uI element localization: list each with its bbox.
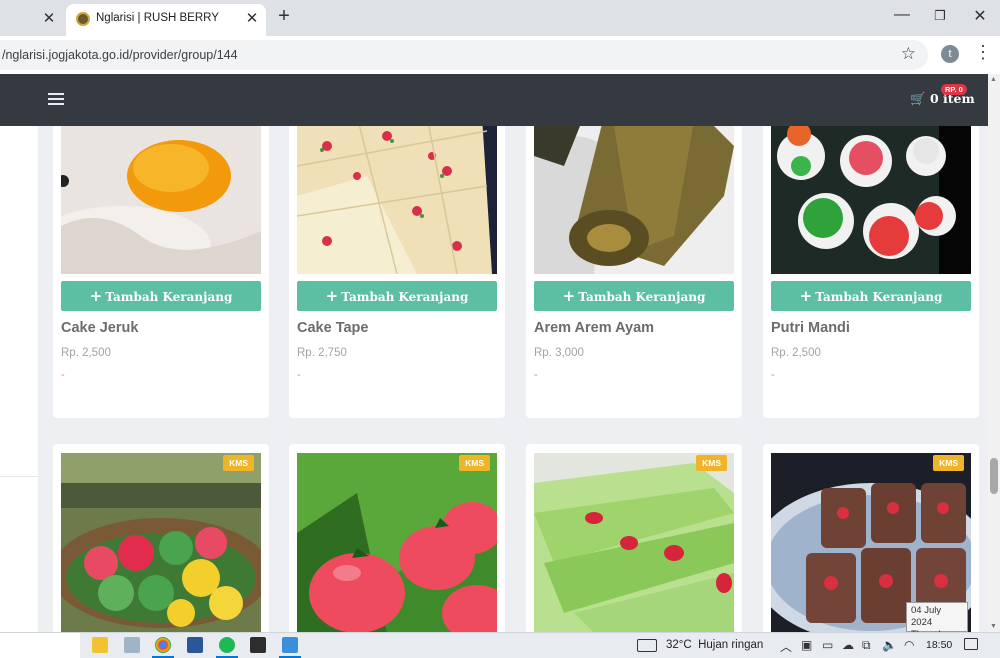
product-price: Rp. 2,500: [61, 347, 111, 359]
volume-icon[interactable]: 🔈: [882, 638, 897, 652]
page-scrollbar[interactable]: ▲ ▼: [988, 74, 1000, 632]
product-image[interactable]: [297, 126, 497, 274]
bookmark-star-icon[interactable]: ☆: [901, 44, 916, 64]
product-note: -: [771, 369, 775, 381]
kms-badge: KMS: [933, 455, 964, 471]
product-note: -: [61, 369, 65, 381]
product-image[interactable]: [534, 126, 734, 274]
tray-chevron-up-icon[interactable]: ︿: [780, 638, 792, 655]
product-price: Rp. 3,000: [534, 347, 584, 359]
close-window-icon[interactable]: ✕: [968, 6, 992, 26]
product-name[interactable]: Putri Mandi: [771, 320, 850, 336]
product-image[interactable]: [61, 126, 261, 274]
file-explorer-icon[interactable]: [92, 637, 108, 653]
address-bar[interactable]: /nglarisi.jogjakota.go.id/provider/group…: [0, 40, 928, 70]
product-grid-area: + Tambah Keranjang Cake Jeruk Rp. 2,500 -…: [0, 126, 988, 632]
chrome-icon[interactable]: [152, 637, 174, 658]
browser-toolbar: /nglarisi.jogjakota.go.id/provider/group…: [0, 36, 1000, 74]
product-image[interactable]: [771, 126, 971, 274]
photos-icon[interactable]: [279, 637, 301, 658]
menu-kebab-icon[interactable]: ⋮: [974, 42, 992, 63]
spotify-icon[interactable]: [216, 637, 238, 658]
site-favicon-icon: [76, 12, 90, 26]
scroll-up-arrow-icon[interactable]: ▲: [990, 76, 997, 83]
cloud-icon[interactable]: ☁: [842, 638, 854, 652]
add-to-cart-button[interactable]: + Tambah Keranjang: [534, 281, 734, 311]
restore-icon[interactable]: ❐: [928, 8, 952, 24]
add-to-cart-button[interactable]: + Tambah Keranjang: [771, 281, 971, 311]
windows-taskbar: 32°C Hujan ringan ︿ ▣ ▭ ☁ ⧉ 🔈 ◠ 18:50: [0, 632, 1000, 658]
tab-title: Nglarisi | RUSH BERRY: [96, 12, 219, 24]
scrollbar-thumb[interactable]: [990, 458, 998, 494]
word-icon[interactable]: [187, 637, 203, 653]
product-price: Rp. 2,750: [297, 347, 347, 359]
taskbar-clock[interactable]: 18:50: [926, 639, 952, 651]
close-tab-icon[interactable]: ✕: [40, 9, 58, 27]
terminal-icon[interactable]: [250, 637, 266, 653]
cart-total-badge: RP. 0: [941, 84, 967, 95]
product-name[interactable]: Cake Tape: [297, 320, 368, 336]
weather-icon[interactable]: [637, 639, 657, 652]
hamburger-menu-icon[interactable]: [48, 93, 64, 105]
notification-center-icon[interactable]: [964, 638, 978, 650]
product-card: KMS: [53, 444, 269, 632]
taskbar-search[interactable]: [0, 633, 80, 658]
product-card: + Tambah Keranjang Cake Jeruk Rp. 2,500 -: [53, 126, 269, 418]
kms-badge: KMS: [459, 455, 490, 471]
tab-previous[interactable]: ✕: [0, 0, 66, 36]
add-to-cart-button[interactable]: + Tambah Keranjang: [297, 281, 497, 311]
browser-tab-strip: ✕ Nglarisi | RUSH BERRY ✕ + — ❐ ✕: [0, 0, 1000, 36]
url-text: /nglarisi.jogjakota.go.id/provider/group…: [2, 48, 238, 62]
scroll-down-arrow-icon[interactable]: ▼: [990, 623, 997, 630]
new-tab-button[interactable]: +: [274, 5, 294, 28]
product-image[interactable]: [61, 453, 261, 632]
product-card: KMS: [289, 444, 505, 632]
sidebar-panel: [0, 126, 38, 632]
kms-badge: KMS: [223, 455, 254, 471]
notepad-icon[interactable]: [124, 637, 140, 653]
product-name[interactable]: Cake Jeruk: [61, 320, 138, 336]
product-card: KMS: [526, 444, 742, 632]
product-image[interactable]: [297, 453, 497, 632]
weather-widget[interactable]: 32°C Hujan ringan: [666, 639, 763, 651]
cart-icon: 🛒: [910, 91, 926, 106]
wifi-icon[interactable]: ◠: [904, 638, 914, 652]
tray-app-icon[interactable]: ▣: [801, 638, 812, 652]
network-icon[interactable]: ⧉: [862, 638, 871, 653]
product-image[interactable]: [534, 453, 734, 632]
site-navbar: 🛒 0 item: [0, 74, 988, 126]
minimize-icon[interactable]: —: [890, 6, 914, 24]
close-tab-icon[interactable]: ✕: [243, 9, 261, 27]
tooltip-date: 04 July 2024: [911, 605, 942, 628]
product-price: Rp. 2,500: [771, 347, 821, 359]
profile-avatar[interactable]: t: [941, 45, 959, 63]
tab-active[interactable]: Nglarisi | RUSH BERRY ✕: [66, 4, 266, 36]
battery-icon[interactable]: ▭: [822, 638, 833, 652]
date-tooltip: 04 July 2024 Thursday: [906, 602, 968, 640]
product-card: + Tambah Keranjang Cake Tape Rp. 2,750 -: [289, 126, 505, 418]
kms-badge: KMS: [696, 455, 727, 471]
product-card: + Tambah Keranjang Arem Arem Ayam Rp. 3,0…: [526, 126, 742, 418]
product-name[interactable]: Arem Arem Ayam: [534, 320, 654, 336]
add-to-cart-button[interactable]: + Tambah Keranjang: [61, 281, 261, 311]
product-card: + Tambah Keranjang Putri Mandi Rp. 2,500 …: [763, 126, 979, 418]
product-note: -: [297, 369, 301, 381]
product-note: -: [534, 369, 538, 381]
